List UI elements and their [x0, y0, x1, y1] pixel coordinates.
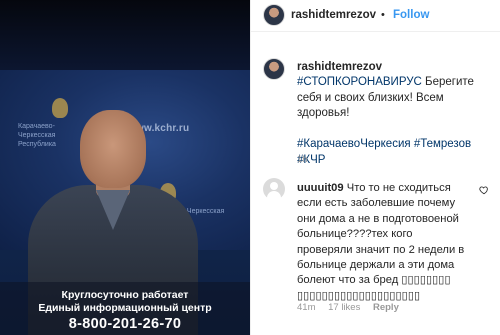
- video-caption-phone: 8-800-201-26-70: [68, 316, 182, 332]
- republic-emblem-icon: [52, 98, 68, 118]
- header-separator: •: [381, 9, 385, 21]
- video-background-top: [0, 0, 250, 70]
- hashtag-link[interactable]: #КарачаевоЧеркесия: [297, 138, 411, 150]
- speaker-head: [80, 110, 146, 188]
- caption-username[interactable]: rashidtemrezov: [297, 61, 382, 73]
- wall-org-left: Карачаево-Черкесская Республика: [18, 123, 56, 148]
- comment-likes[interactable]: 17 likes: [328, 302, 360, 313]
- default-avatar-icon[interactable]: [263, 178, 285, 200]
- comment: uuuuit09 Что то не сходиться если есть з…: [297, 181, 465, 304]
- comment-body: Что то не сходиться если есть заболевшие…: [297, 182, 465, 302]
- comment-username[interactable]: uuuuit09: [297, 182, 344, 194]
- video-caption-line1: Круглосуточно работает: [61, 289, 189, 301]
- avatar[interactable]: [263, 58, 285, 80]
- heart-icon[interactable]: [479, 185, 489, 195]
- follow-button[interactable]: Follow: [393, 9, 429, 21]
- hashtag-link[interactable]: #СТОПКОРОНАВИРУС: [297, 76, 422, 88]
- comment-timestamp[interactable]: 41m: [297, 302, 315, 313]
- hashtag-link[interactable]: #Темрезов: [414, 138, 471, 150]
- header-username[interactable]: rashidtemrezov: [291, 9, 376, 21]
- video-caption-line2: Единый информационный центр: [38, 302, 212, 314]
- reply-button[interactable]: Reply: [373, 302, 399, 313]
- post-caption: #СТОПКОРОНАВИРУС Берегите себя и своих б…: [297, 75, 495, 168]
- post-details-panel: rashidtemrezov • Follow rashidtemrezov #…: [250, 0, 500, 335]
- post-timestamp[interactable]: 1h: [297, 154, 308, 165]
- comment-meta: 41m 17 likes Reply: [297, 302, 409, 313]
- post-header: rashidtemrezov • Follow: [251, 0, 500, 32]
- post-video[interactable]: Карачаево-Черкесская Республика www.kchr…: [0, 0, 250, 335]
- avatar[interactable]: [263, 4, 285, 26]
